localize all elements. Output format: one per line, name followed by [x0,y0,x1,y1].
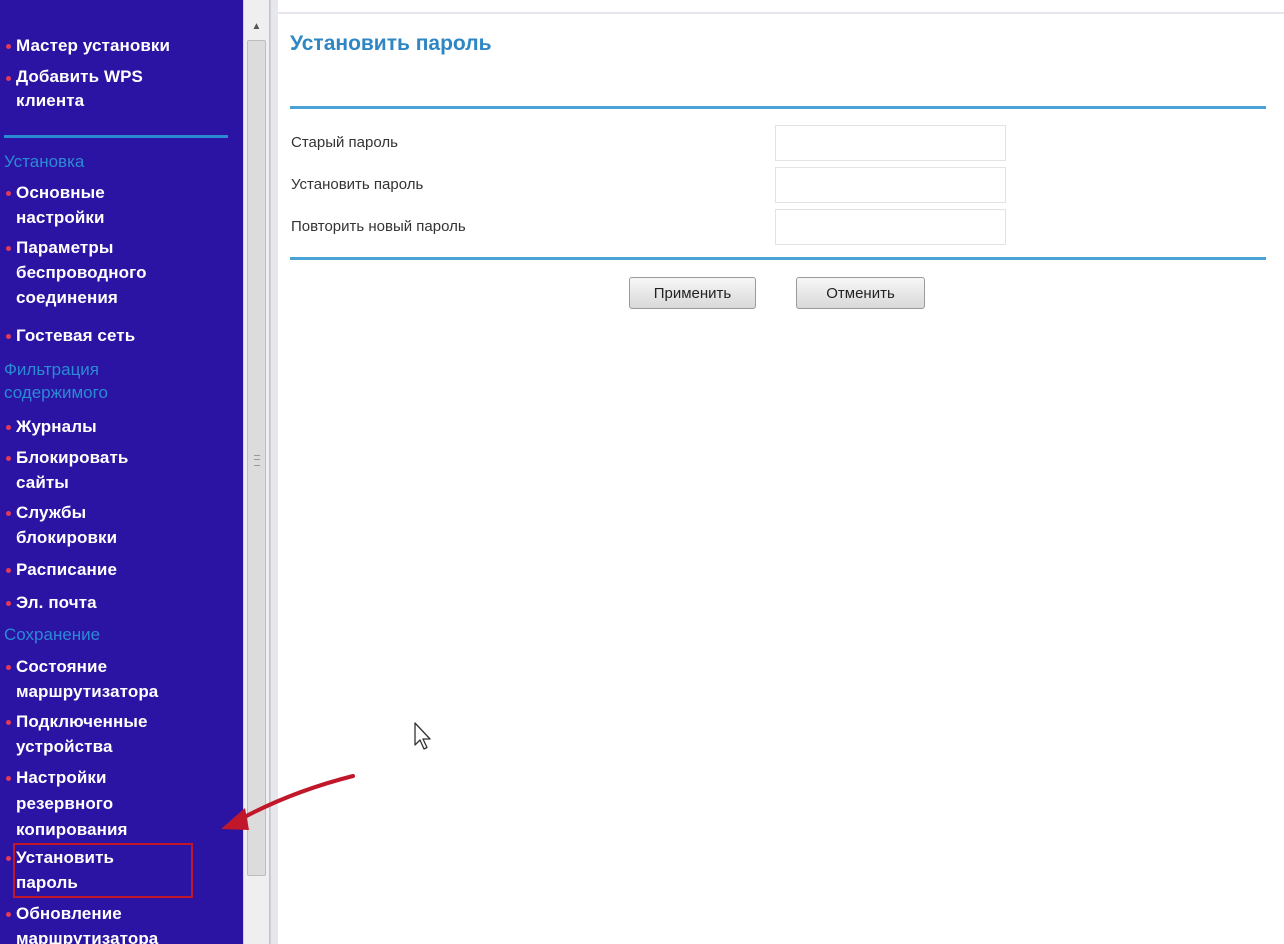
scrollbar-grip [254,455,260,466]
sidebar-item-wireless-settings[interactable]: Параметры беспроводного соединения [6,235,242,310]
new-password-input[interactable] [775,167,1006,203]
bullet-icon [6,776,11,781]
bullet-icon [6,665,11,670]
cancel-button[interactable]: Отменить [796,277,925,309]
form-divider [290,257,1266,260]
red-arrow-icon [221,774,355,830]
sidebar-item-label: Мастер установки [16,36,171,55]
sidebar-item-label: Подключенные устройства [16,712,148,756]
sidebar-nav: Мастер установки Добавить WPS клиента Ус… [0,0,243,944]
bullet-icon [6,456,11,461]
sidebar-item-router-status[interactable]: Состояние маршрутизатора [6,654,242,704]
sidebar-item-label: Основные настройки [16,183,105,227]
sidebar-item-backup-settings[interactable]: Настройки резервного копирования [6,765,242,843]
repeat-password-label: Повторить новый пароль [291,218,466,235]
repeat-password-input[interactable] [775,209,1006,245]
sidebar-item-block-services[interactable]: Службы блокировки [6,500,242,550]
sidebar-item-label: Эл. почта [16,593,97,612]
sidebar-item-label: Состояние маршрутизатора [16,657,159,701]
section-heading-maintenance: Сохранение [4,625,101,644]
mouse-pointer-icon [414,722,431,750]
sidebar-item-block-sites[interactable]: Блокировать сайты [6,445,242,495]
sidebar-item-attached-devices[interactable]: Подключенные устройства [6,709,242,759]
bullet-icon [6,334,11,339]
title-divider [290,106,1266,109]
bullet-icon [6,76,11,81]
old-password-input[interactable] [775,125,1006,161]
sidebar-item-router-update[interactable]: Обновление маршрутизатора [6,901,242,944]
sidebar-item-guest-network[interactable]: Гостевая сеть [6,323,242,348]
annotation-highlight-box [13,843,193,898]
section-heading-content-filtering: Фильтрация содержимого [4,360,108,402]
apply-button[interactable]: Применить [629,277,756,309]
bullet-icon [6,856,11,861]
bullet-icon [6,44,11,49]
bullet-icon [6,568,11,573]
sidebar-item-setup-wizard[interactable]: Мастер установки [6,33,242,58]
section-heading-setup: Установка [4,152,85,171]
sidebar-item-schedule[interactable]: Расписание [6,557,242,582]
sidebar-item-label: Обновление маршрутизатора [16,904,159,944]
sidebar-item-label: Расписание [16,560,118,579]
sidebar-item-email[interactable]: Эл. почта [6,590,242,615]
sidebar-item-label: Блокировать сайты [16,448,129,492]
sidebar-item-logs[interactable]: Журналы [6,414,242,439]
sidebar-item-add-wps-client[interactable]: Добавить WPS клиента [6,65,242,113]
bullet-icon [6,912,11,917]
bullet-icon [6,720,11,725]
sidebar-item-label: Гостевая сеть [16,326,136,345]
bullet-icon [6,246,11,251]
main-content: Установить пароль Старый пароль Установи… [278,0,1284,944]
new-password-label: Установить пароль [291,176,424,193]
sidebar-divider [4,135,228,138]
scrollbar-thumb[interactable] [247,40,266,876]
bullet-icon [6,601,11,606]
sidebar-item-label: Службы блокировки [16,503,118,547]
sidebar-item-label: Настройки резервного копирования [16,768,128,839]
scroll-up-arrow-icon[interactable]: ▲ [247,16,266,36]
sidebar-item-label: Журналы [16,417,97,436]
page-title: Установить пароль [290,32,492,55]
sidebar-item-label: Добавить WPS клиента [16,67,143,110]
bullet-icon [6,511,11,516]
old-password-label: Старый пароль [291,134,398,151]
bullet-icon [6,425,11,430]
sidebar-item-label: Параметры беспроводного соединения [16,238,147,307]
bullet-icon [6,191,11,196]
top-border [278,12,1284,14]
sidebar-item-basic-settings[interactable]: Основные настройки [6,180,242,230]
